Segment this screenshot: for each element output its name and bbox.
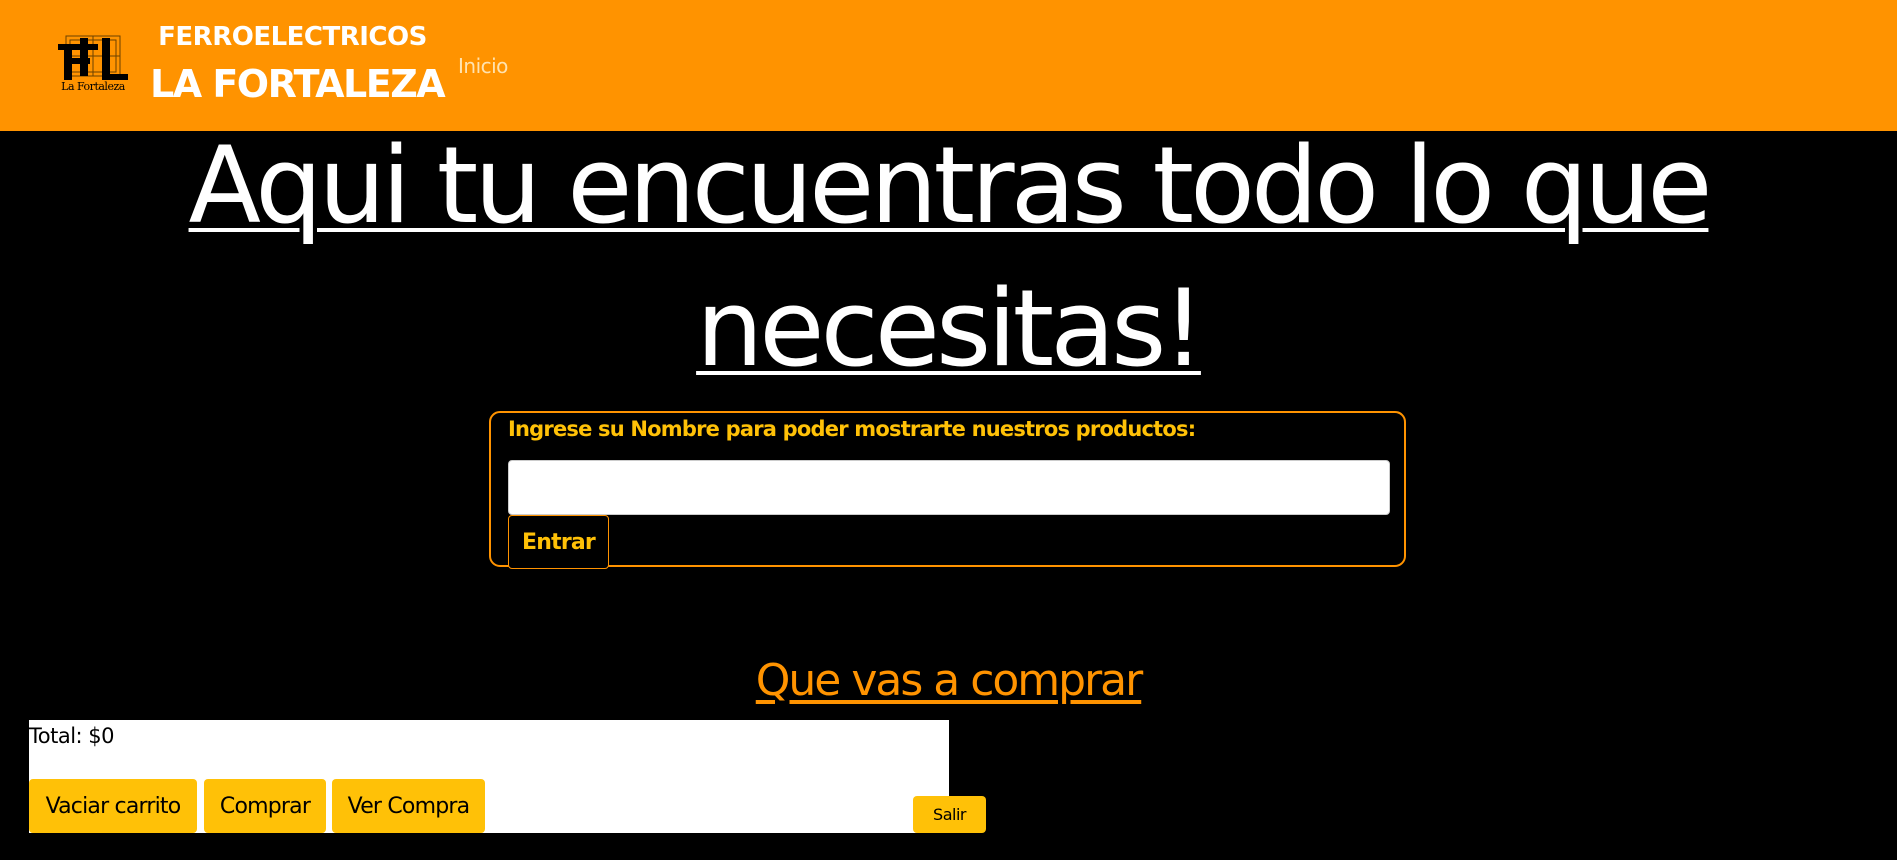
enter-button[interactable]: Entrar: [508, 515, 609, 569]
buy-button[interactable]: Comprar: [204, 779, 326, 833]
empty-cart-button[interactable]: Vaciar carrito: [29, 779, 197, 833]
name-entry-label: Ingrese su Nombre para poder mostrarte n…: [508, 417, 1196, 441]
hero-heading-line2: necesitas!: [696, 267, 1205, 390]
name-entry-form: Ingrese su Nombre para poder mostrarte n…: [489, 411, 1406, 569]
name-input[interactable]: [508, 460, 1390, 515]
view-purchase-button[interactable]: Ver Compra: [332, 779, 485, 833]
hero-heading: Aqui tu encuentras todo lo que necesitas…: [0, 114, 1897, 400]
exit-button[interactable]: Salir: [913, 796, 986, 833]
brand-name-line2: LA FORTALEZA: [150, 62, 446, 106]
logo-caption: La Fortaleza: [61, 80, 125, 93]
nav-link-inicio[interactable]: Inicio: [458, 54, 508, 78]
products-section-title: Que vas a comprar: [755, 655, 1143, 706]
cart-total: Total: $0: [29, 724, 115, 748]
cart-panel: Total: $0 Vaciar carrito Comprar Ver Com…: [29, 720, 949, 833]
site-header: La Fortaleza FERROELECTRICOS LA FORTALEZ…: [0, 0, 1897, 131]
hero-heading-line1: Aqui tu encuentras todo lo que: [188, 124, 1713, 247]
brand-name-line1: FERROELECTRICOS: [158, 22, 427, 52]
